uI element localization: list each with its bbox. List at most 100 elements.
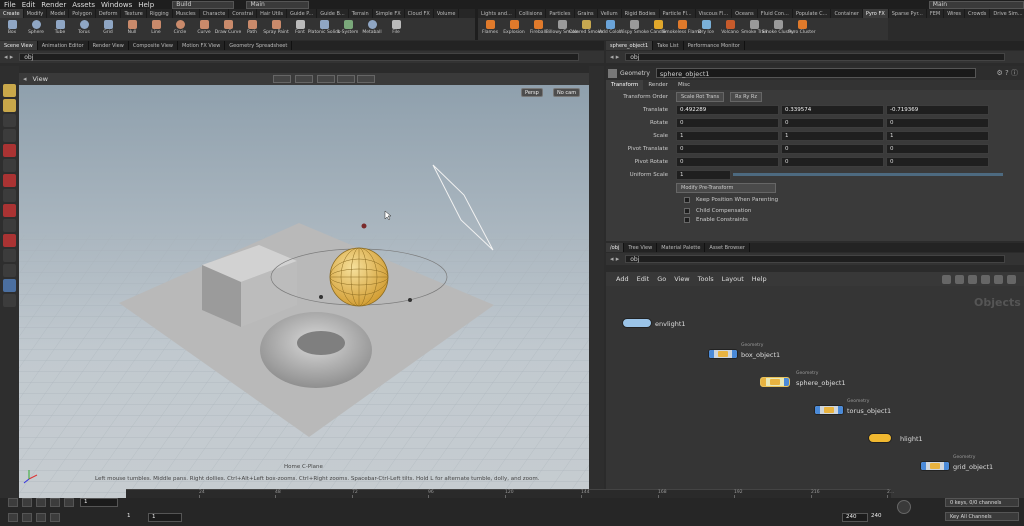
- keep-position-check[interactable]: Keep Position When Parenting: [606, 194, 1024, 205]
- net-menu-edit[interactable]: Edit: [637, 275, 650, 283]
- shelf-tool-font[interactable]: Font: [288, 18, 312, 40]
- handle-point[interactable]: [361, 223, 367, 229]
- scale-z[interactable]: 1: [886, 130, 989, 141]
- pivot-rotate-z[interactable]: 0: [886, 156, 989, 167]
- shelf-tab[interactable]: Rigging: [147, 9, 173, 18]
- tab-transform[interactable]: Transform: [606, 80, 644, 90]
- shelf-tool-box[interactable]: Box: [0, 18, 24, 40]
- shelf-tab[interactable]: Guide B...: [317, 9, 349, 18]
- shelf-tab[interactable]: Rigid Bodies: [622, 9, 660, 18]
- shelf-tab[interactable]: Texture: [121, 9, 147, 18]
- shelf-tab[interactable]: Constrai: [229, 9, 258, 18]
- loop-icon[interactable]: [22, 513, 32, 522]
- shelf-tab[interactable]: Crowds: [965, 9, 991, 18]
- shelf-tab[interactable]: Characte: [200, 9, 230, 18]
- sticky-note-icon[interactable]: [981, 274, 990, 284]
- shelf-tab[interactable]: Oceans: [732, 9, 758, 18]
- viewport-arrow-icon[interactable]: ◂: [23, 75, 27, 83]
- key-all-channels-button[interactable]: Key All Channels: [945, 512, 1019, 521]
- settings-icon[interactable]: [50, 513, 60, 522]
- nav-arrows-icon[interactable]: ◂ ▸: [610, 53, 619, 61]
- shading-icon[interactable]: [337, 75, 355, 83]
- pose-tool-icon[interactable]: [273, 75, 291, 83]
- scale-tool-icon[interactable]: [3, 129, 16, 142]
- menu-help[interactable]: Help: [138, 1, 154, 9]
- node-name-field[interactable]: sphere_object1: [655, 68, 976, 78]
- camera-icon[interactable]: [3, 294, 16, 307]
- shelf-tab[interactable]: Drive Sim...: [990, 9, 1024, 18]
- go-start-icon[interactable]: [8, 498, 18, 507]
- net-menu-add[interactable]: Add: [616, 275, 629, 283]
- shelf-tab[interactable]: Container: [831, 9, 863, 18]
- shelf-tab[interactable]: Guide P...: [287, 9, 318, 18]
- uniform-scale-slider[interactable]: [733, 173, 1003, 176]
- play-icon[interactable]: [50, 498, 60, 507]
- rotate-tool-icon[interactable]: [3, 114, 16, 127]
- camera-menu[interactable]: No cam: [553, 88, 581, 97]
- shelf-tab[interactable]: Cloud FX: [405, 9, 434, 18]
- checkbox[interactable]: [684, 217, 690, 223]
- shelf-tool-torus[interactable]: Torus: [72, 18, 96, 40]
- magnet-icon[interactable]: [3, 174, 16, 187]
- menu-render[interactable]: Render: [41, 1, 66, 9]
- net-menu-view[interactable]: View: [674, 275, 689, 283]
- scene-path-field[interactable]: obj: [19, 53, 580, 61]
- net-menu-help[interactable]: Help: [752, 275, 767, 283]
- shelf-tool-billowy-smoke[interactable]: Billowy Smoke: [546, 18, 578, 40]
- step-back-icon[interactable]: [22, 498, 32, 507]
- wrench-icon[interactable]: [942, 274, 951, 284]
- prim-snap-icon[interactable]: [3, 234, 16, 247]
- translate-x[interactable]: 0.492289: [676, 104, 779, 115]
- scale-y[interactable]: 1: [781, 130, 884, 141]
- shelf-tool-file[interactable]: File: [384, 18, 408, 40]
- keys-channels-info[interactable]: 0 keys, 0/0 channels: [945, 498, 1019, 507]
- tab-render[interactable]: Render: [643, 80, 673, 90]
- shelf-tool-add-color[interactable]: Add Color: [598, 18, 622, 40]
- rotate-order-menu[interactable]: Rx Ry Rz: [730, 91, 762, 102]
- net-menu-layout[interactable]: Layout: [722, 275, 744, 283]
- shelf-tool-curve[interactable]: Curve: [192, 18, 216, 40]
- start-frame-field[interactable]: 1: [148, 513, 182, 522]
- shelf-tab[interactable]: Hair Utils: [257, 9, 287, 18]
- shelf-tool-smokeless-flame[interactable]: Smokeless Flame: [662, 18, 702, 40]
- info-icon[interactable]: [1007, 274, 1016, 284]
- display-options-icon[interactable]: [357, 75, 375, 83]
- shelf-tab[interactable]: Polygon: [69, 9, 96, 18]
- shelf-tool-grid[interactable]: Grid: [96, 18, 120, 40]
- shelf-tool-volcano[interactable]: Volcano: [718, 18, 742, 40]
- network-editor[interactable]: envlight1 Geometry box_object1 Geometry …: [606, 286, 1024, 498]
- tab-asset-browser[interactable]: Asset Browser: [705, 243, 750, 252]
- shelf-tool-circle[interactable]: Circle: [168, 18, 192, 40]
- shelf-tool-path[interactable]: Path: [240, 18, 264, 40]
- shelf-tab[interactable]: Pyro FX: [862, 9, 889, 18]
- workspace-select[interactable]: Main: [246, 0, 309, 9]
- shelf-tool-null[interactable]: Null: [120, 18, 144, 40]
- key-icon[interactable]: [897, 500, 911, 514]
- pivot-rotate-y[interactable]: 0: [781, 156, 884, 167]
- move-tool-icon[interactable]: [3, 99, 16, 112]
- menu-assets[interactable]: Assets: [72, 1, 95, 9]
- transform-order-menu[interactable]: Scale Rot Trans: [676, 91, 725, 102]
- grid-layout-icon[interactable]: [955, 274, 964, 284]
- shelf-tab[interactable]: Fluid Con...: [758, 9, 793, 18]
- shelf-tab[interactable]: Terrain: [349, 9, 373, 18]
- shelf-tool-smoke-cluster[interactable]: Smoke Cluster: [762, 18, 794, 40]
- current-frame-field[interactable]: 1: [80, 498, 118, 507]
- handle-point[interactable]: [319, 295, 323, 299]
- menu-windows[interactable]: Windows: [101, 1, 132, 9]
- rotate-z[interactable]: 0: [886, 117, 989, 128]
- tab-obj[interactable]: /obj: [606, 243, 625, 252]
- desktop-select[interactable]: Build: [172, 0, 235, 9]
- go-end-icon[interactable]: [64, 498, 74, 507]
- shelf-tab[interactable]: FEM: [927, 9, 945, 18]
- pivot-translate-y[interactable]: 0: [781, 143, 884, 154]
- pivot-translate-x[interactable]: 0: [676, 143, 779, 154]
- translate-z[interactable]: -0.719369: [886, 104, 989, 115]
- shelf-tool-candle[interactable]: Candle: [646, 18, 670, 40]
- tab-render-view[interactable]: Render View: [89, 41, 129, 50]
- rotate-x[interactable]: 0: [676, 117, 779, 128]
- tab-misc[interactable]: Misc: [673, 80, 695, 90]
- menu-edit[interactable]: Edit: [22, 1, 36, 9]
- snapping-icon[interactable]: [3, 204, 16, 217]
- view-tool-icon[interactable]: [3, 189, 16, 202]
